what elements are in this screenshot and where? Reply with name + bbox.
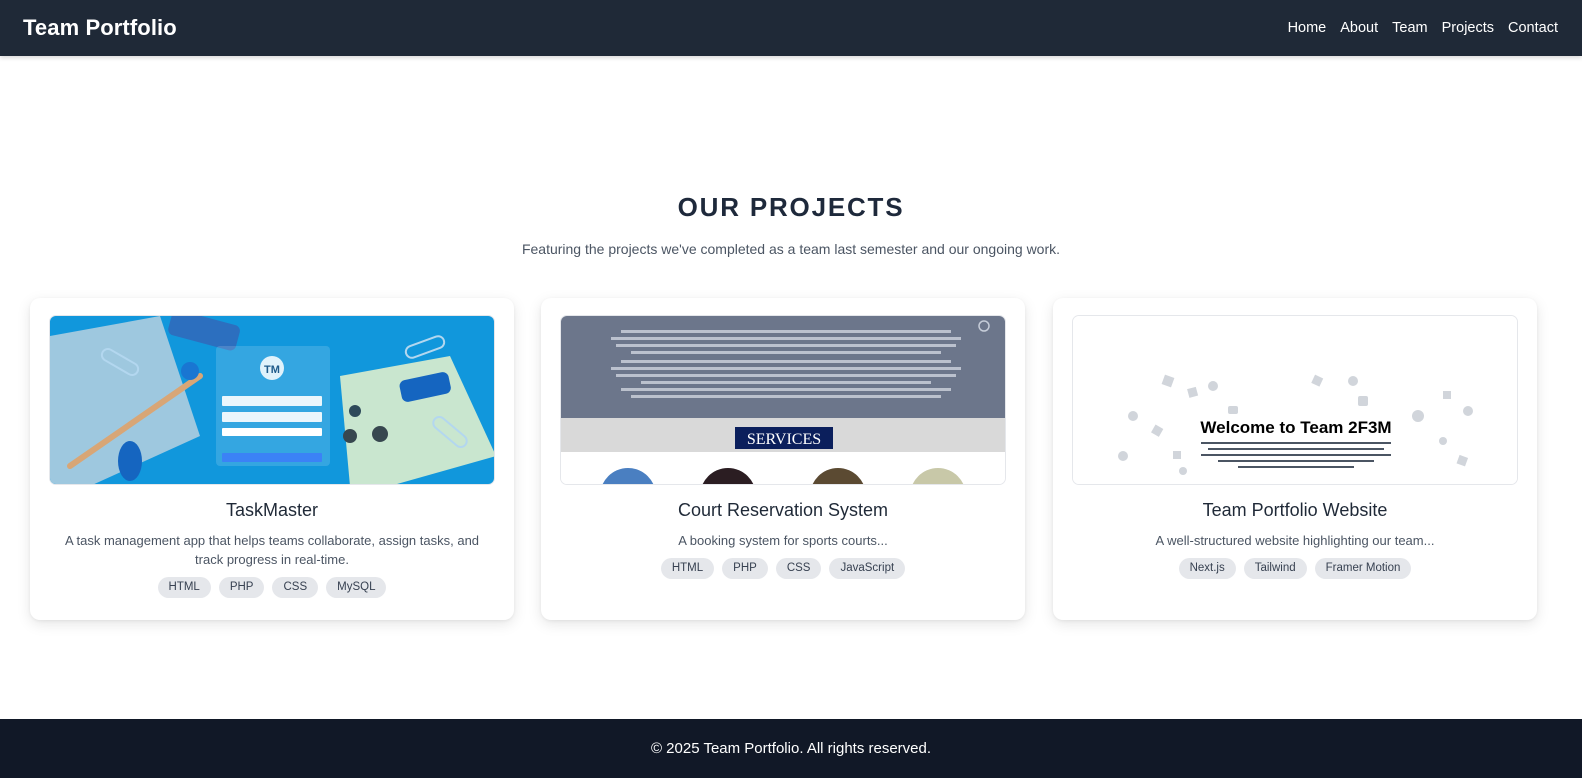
team-portfolio-screenshot-image: Welcome to Team 2F3M [1073, 316, 1517, 484]
tech-tag: PHP [722, 558, 768, 579]
brand-logo[interactable]: Team Portfolio [23, 15, 177, 41]
project-description: A task management app that helps teams c… [64, 533, 480, 567]
tech-tag: JavaScript [829, 558, 906, 579]
nav-link-team[interactable]: Team [1392, 20, 1427, 36]
section-subtitle: Featuring the projects we've completed a… [521, 241, 1061, 257]
project-card-taskmaster[interactable]: TM TaskMaster A task management app that… [30, 298, 514, 620]
court-reservation-screenshot-image: SERVICES [561, 316, 1005, 484]
footer-copyright: © 2025 Team Portfolio. All rights reserv… [650, 740, 932, 757]
welcome-heading-text: Welcome to Team 2F3M [1200, 418, 1391, 437]
projects-grid: TM TaskMaster A task management app that… [30, 298, 1552, 620]
tech-tags: Next.js Tailwind Framer Motion [1053, 558, 1537, 579]
taskmaster-screenshot-image: TM [50, 316, 494, 484]
tech-tag: Framer Motion [1314, 558, 1412, 579]
tech-tag: HTML [660, 558, 715, 579]
taskmaster-logo-text: TM [264, 364, 280, 376]
project-title: Court Reservation System [677, 500, 889, 520]
project-card-court-reservation[interactable]: SERVICES Court Reservation System A book… [541, 298, 1025, 620]
section-title: OUR PROJECTS [677, 192, 905, 222]
tech-tag: PHP [218, 577, 265, 598]
project-title: Team Portfolio Website [1202, 500, 1388, 520]
tech-tag: Tailwind [1243, 558, 1307, 579]
project-image-court-reservation: SERVICES [560, 315, 1006, 485]
tech-tag: CSS [775, 558, 822, 579]
tech-tag: CSS [272, 577, 319, 598]
project-card-team-portfolio[interactable]: Welcome to Team 2F3M Team Portfolio Webs… [1053, 298, 1537, 620]
project-image-taskmaster: TM [49, 315, 495, 485]
tech-tags: HTML PHP CSS MySQL [30, 577, 514, 598]
nav-link-projects[interactable]: Projects [1442, 20, 1494, 36]
tech-tag: HTML [157, 577, 211, 598]
nav-link-about[interactable]: About [1340, 20, 1378, 36]
nav-link-contact[interactable]: Contact [1508, 20, 1558, 36]
project-description: A booking system for sports courts... [678, 533, 888, 548]
tech-tags: HTML PHP CSS JavaScript [541, 558, 1025, 579]
project-title: TaskMaster [225, 500, 319, 520]
services-heading-text: SERVICES [747, 431, 821, 448]
nav-link-home[interactable]: Home [1288, 20, 1327, 36]
tech-tag: Next.js [1178, 558, 1236, 579]
page-footer: © 2025 Team Portfolio. All rights reserv… [0, 719, 1582, 778]
project-image-team-portfolio: Welcome to Team 2F3M [1072, 315, 1518, 485]
tech-tag: MySQL [326, 577, 387, 598]
nav-links: Home About Team Projects Contact [1288, 20, 1558, 36]
top-navbar: Team Portfolio Home About Team Projects … [0, 0, 1582, 56]
project-description: A well-structured website highlighting o… [1155, 533, 1435, 548]
